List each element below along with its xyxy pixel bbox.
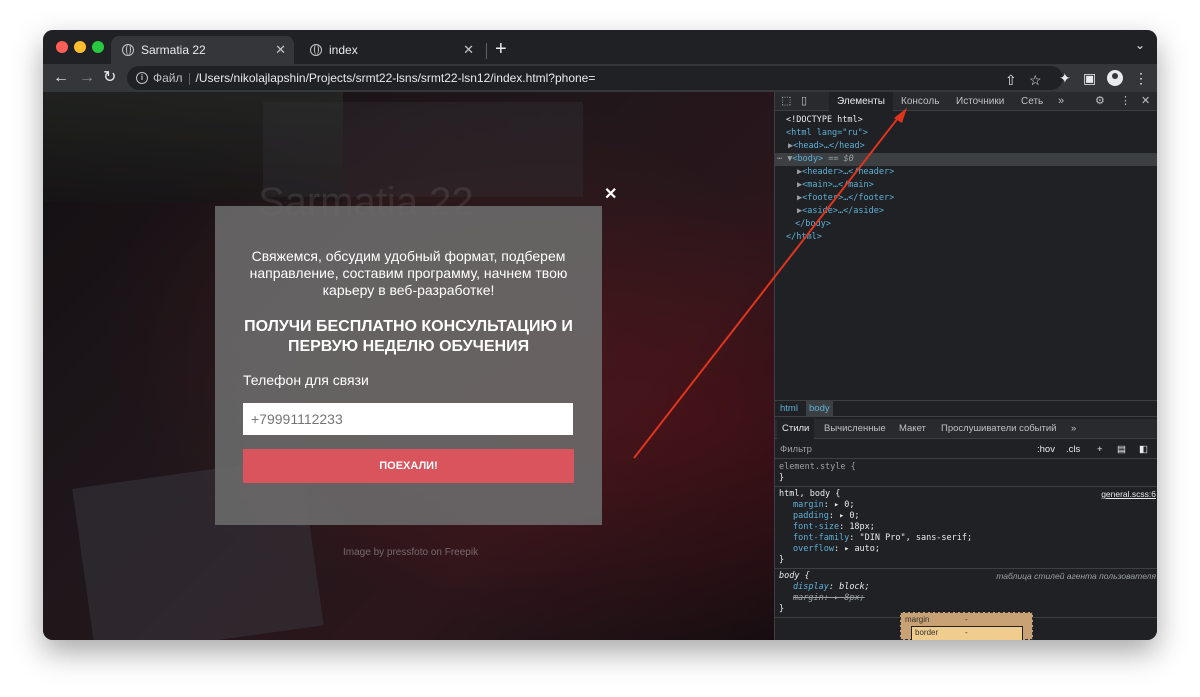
consultation-modal: Свяжемся, обсудим удобный формат, подбер…: [215, 206, 602, 525]
dom-head[interactable]: ▶<head>…</head>: [775, 140, 1157, 153]
body-ua-rule[interactable]: таблица стилей агента пользователя body …: [775, 569, 1157, 618]
bookmark-star-icon[interactable]: ☆: [1029, 71, 1042, 89]
profile-avatar-icon[interactable]: [1107, 70, 1123, 86]
ua-stylesheet-label: таблица стилей агента пользователя: [996, 571, 1156, 581]
modal-description: Свяжемся, обсудим удобный формат, подбер…: [249, 248, 568, 298]
box-model-border: border -: [911, 626, 1023, 640]
menu-dots-icon[interactable]: ⋮: [1134, 68, 1148, 88]
tab-layout[interactable]: Макет: [899, 419, 926, 439]
more-tabs-icon[interactable]: »: [1058, 94, 1064, 109]
hov-toggle[interactable]: :hov: [1037, 440, 1055, 459]
new-tab-button[interactable]: +: [495, 37, 507, 61]
dom-doctype[interactable]: <!DOCTYPE html>: [775, 114, 1157, 127]
dom-child-header[interactable]: ▶<header>…</header>: [775, 166, 1157, 179]
phone-input[interactable]: [243, 403, 573, 435]
dom-child-main[interactable]: ▶<main>…</main>: [775, 179, 1157, 192]
tab-console[interactable]: Консоль: [901, 92, 939, 111]
styles-subtabs: Стили Вычисленные Макет Прослушиватели с…: [775, 419, 1157, 439]
info-icon[interactable]: i: [136, 72, 148, 84]
source-link[interactable]: general.scss:6: [1101, 489, 1156, 500]
devtools-menu-icon[interactable]: ⋮: [1120, 94, 1131, 109]
add-rule-icon[interactable]: +: [1097, 440, 1103, 459]
dom-tree: <!DOCTYPE html> <html lang="ru"> ▶<head>…: [775, 114, 1157, 244]
sidebar-toggle-icon[interactable]: ◧: [1139, 440, 1148, 459]
inspect-element-icon[interactable]: ⬚: [781, 94, 791, 109]
settings-gear-icon[interactable]: ⚙: [1095, 94, 1105, 109]
side-panel-icon[interactable]: ▣: [1083, 68, 1096, 88]
devtools-panel: ⬚ ▯ Элементы Консоль Источники Сеть » ⚙ …: [774, 92, 1157, 640]
modal-heading: ПОЛУЧИ БЕСПЛАТНО КОНСУЛЬТАЦИЮ И ПЕРВУЮ Н…: [244, 318, 573, 355]
dom-html-close[interactable]: </html>: [775, 231, 1157, 244]
breadcrumb-body[interactable]: body: [806, 401, 833, 417]
close-tab-icon[interactable]: ✕: [463, 36, 474, 64]
close-tab-icon[interactable]: ✕: [275, 36, 286, 64]
browser-window: Sarmatia 22 ✕ index ✕ + ⌄ ← → ↻ i Файл/U…: [43, 30, 1157, 640]
tab-sources[interactable]: Источники: [956, 92, 1004, 111]
tab-title: index: [329, 43, 358, 57]
modal-close-icon[interactable]: ✕: [604, 187, 617, 203]
paint-icon[interactable]: ▤: [1117, 440, 1126, 459]
zoom-window-button[interactable]: [92, 41, 104, 53]
tab-divider: [486, 43, 487, 59]
close-window-button[interactable]: [56, 41, 68, 53]
dom-body-open[interactable]: ⋯ ▼<body> == $0: [775, 153, 1157, 166]
reload-icon[interactable]: ↻: [103, 67, 116, 89]
share-icon[interactable]: ⇧: [1005, 71, 1017, 89]
breadcrumb-html[interactable]: html: [780, 401, 798, 417]
tab-search-icon[interactable]: ⌄: [1135, 38, 1145, 52]
address-bar[interactable]: i Файл/Users/nikolajlapshin/Projects/srm…: [127, 66, 1063, 90]
box-model-diagram: margin - border -: [900, 612, 1033, 640]
dom-child-footer[interactable]: ▶<footer>…</footer>: [775, 192, 1157, 205]
close-devtools-icon[interactable]: ✕: [1141, 94, 1150, 109]
globe-icon: [122, 44, 134, 56]
submit-button[interactable]: ПОЕХАЛИ!: [243, 449, 574, 483]
breadcrumb: html body: [775, 400, 1157, 417]
tab-title: Sarmatia 22: [141, 43, 206, 57]
dom-child-aside[interactable]: ▶<aside>…</aside>: [775, 205, 1157, 218]
styles-pane: element.style { } general.scss:6 html, b…: [775, 460, 1157, 618]
globe-icon: [310, 44, 322, 56]
more-subtabs-icon[interactable]: »: [1071, 419, 1076, 439]
page-viewport: Sarmatia 22 Image by pressfoto on Freepi…: [43, 92, 774, 640]
dom-html-open[interactable]: <html lang="ru">: [775, 127, 1157, 140]
tab-styles[interactable]: Стили: [777, 419, 815, 439]
tab-network[interactable]: Сеть: [1021, 92, 1043, 111]
element-style-rule[interactable]: element.style { }: [775, 460, 1157, 487]
html-body-rule[interactable]: general.scss:6 html, body { margin: ▸ 0;…: [775, 487, 1157, 569]
cls-toggle[interactable]: .cls: [1066, 440, 1080, 459]
back-arrow-icon[interactable]: ←: [53, 67, 69, 89]
devtools-tabbar: ⬚ ▯ Элементы Консоль Источники Сеть » ⚙ …: [775, 92, 1157, 111]
tab-index[interactable]: index ✕: [299, 36, 482, 64]
tab-sarmatia[interactable]: Sarmatia 22 ✕: [111, 36, 294, 64]
filter-input[interactable]: Фильтр: [780, 440, 812, 459]
tab-strip: Sarmatia 22 ✕ index ✕ + ⌄: [43, 30, 1157, 64]
tab-computed[interactable]: Вычисленные: [824, 419, 886, 439]
phone-label: Телефон для связи: [243, 372, 369, 388]
scheme-label: Файл: [153, 71, 183, 85]
tab-event-listeners[interactable]: Прослушиватели событий: [941, 419, 1056, 439]
forward-arrow-icon[interactable]: →: [79, 67, 95, 89]
image-credit: Image by pressfoto on Freepik: [343, 547, 479, 558]
browser-toolbar: ← → ↻ i Файл/Users/nikolajlapshin/Projec…: [43, 64, 1157, 92]
tab-elements[interactable]: Элементы: [829, 92, 893, 111]
minimize-window-button[interactable]: [74, 41, 86, 53]
device-toolbar-icon[interactable]: ▯: [801, 94, 807, 109]
url-text: /Users/nikolajlapshin/Projects/srmt22-ls…: [195, 71, 596, 85]
dom-body-close[interactable]: </body>: [775, 218, 1157, 231]
styles-filter-bar: Фильтр :hov .cls + ▤ ◧: [775, 440, 1157, 459]
extensions-puzzle-icon[interactable]: ✦: [1059, 68, 1071, 88]
